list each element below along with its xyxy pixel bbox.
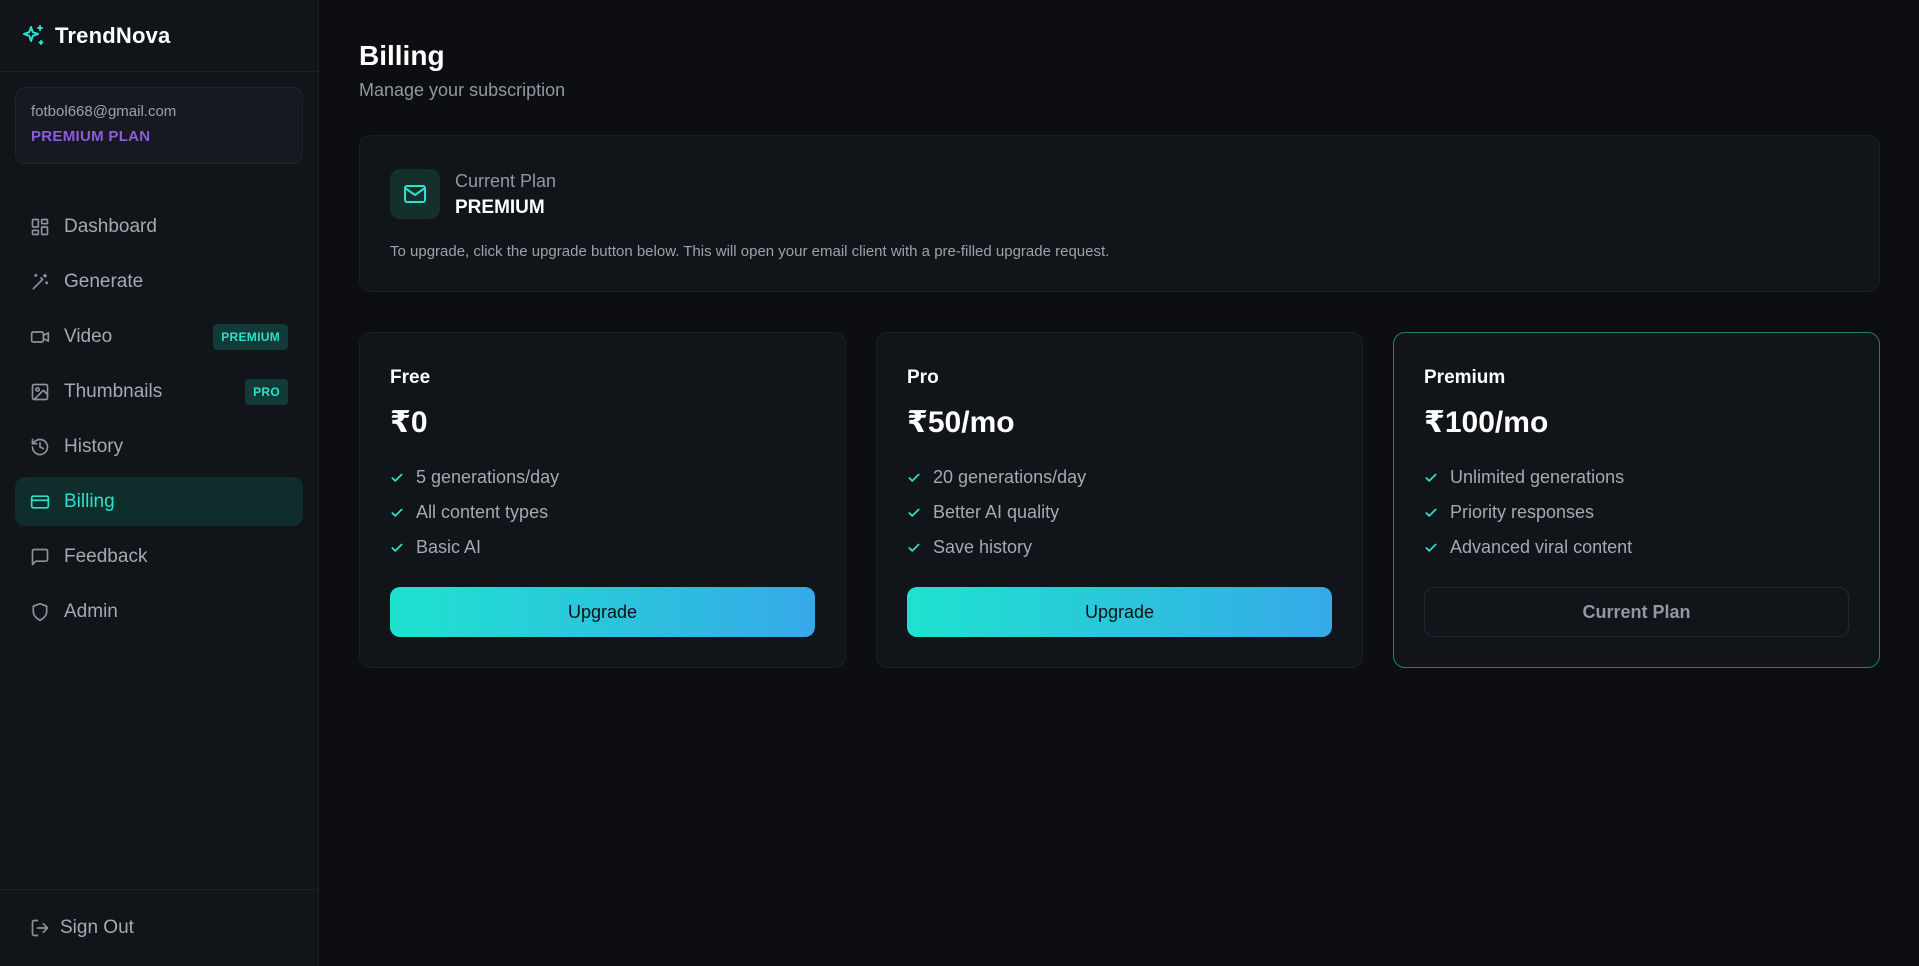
plan-card-premium: Premium ₹100/mo Unlimited generations Pr… [1393, 332, 1880, 668]
check-icon [390, 471, 404, 485]
account-card: fotbol668@gmail.com PREMIUM PLAN [15, 87, 303, 164]
feature-item: Unlimited generations [1424, 460, 1849, 495]
sidebar-item-label: Feedback [64, 545, 148, 567]
feature-text: 5 generations/day [416, 467, 560, 487]
credit-card-icon [30, 492, 50, 512]
feature-text: Unlimited generations [1450, 467, 1625, 487]
feature-item: 20 generations/day [907, 460, 1332, 495]
plan-name: Pro [907, 367, 939, 388]
account-plan-badge: PREMIUM PLAN [31, 128, 151, 145]
sidebar-item-label: Admin [64, 600, 118, 622]
feature-item: All content types [390, 495, 815, 530]
page-subtitle: Manage your subscription [359, 80, 566, 100]
shield-icon [30, 602, 50, 622]
sidebar-item-label: Thumbnails [64, 380, 163, 402]
upgrade-note: To upgrade, click the upgrade button bel… [390, 243, 1110, 260]
magic-wand-icon [30, 272, 50, 292]
check-icon [907, 506, 921, 520]
image-icon [30, 382, 50, 402]
sidebar-item-label: Generate [64, 270, 144, 292]
sparkles-icon [21, 24, 45, 48]
feature-text: 20 generations/day [933, 467, 1087, 487]
video-icon [30, 327, 50, 347]
main-content: Billing Manage your subscription Current… [319, 0, 1919, 966]
pro-badge: PRO [245, 378, 288, 405]
log-out-icon [30, 918, 50, 938]
current-plan-button[interactable]: Current Plan [1424, 587, 1849, 637]
brand-name: TrendNova [55, 22, 171, 48]
mail-icon [390, 169, 440, 219]
plan-card-pro: Pro ₹50/mo 20 generations/day Better AI … [876, 332, 1363, 668]
sidebar-item-feedback[interactable]: Feedback [15, 532, 303, 581]
current-plan-card: Current Plan PREMIUM To upgrade, click t… [359, 135, 1880, 292]
account-email: fotbol668@gmail.com [31, 103, 177, 120]
feature-text: Better AI quality [933, 502, 1060, 522]
feature-item: 5 generations/day [390, 460, 815, 495]
sidebar-item-video[interactable]: Video PREMIUM [15, 312, 303, 361]
sidebar-item-history[interactable]: History [15, 422, 303, 471]
sidebar-item-generate[interactable]: Generate [15, 257, 303, 306]
check-icon [390, 541, 404, 555]
feature-item: Priority responses [1424, 495, 1849, 530]
app-root: TrendNova fotbol668@gmail.com PREMIUM PL… [0, 0, 1919, 966]
sidebar-item-label: History [64, 435, 124, 457]
page-title: Billing [359, 40, 445, 71]
history-icon [30, 437, 50, 457]
current-plan-value: PREMIUM [455, 196, 545, 218]
check-icon [907, 541, 921, 555]
sign-out-label: Sign Out [60, 917, 134, 938]
sidebar: TrendNova fotbol668@gmail.com PREMIUM PL… [0, 0, 319, 966]
plan-price: ₹100/mo [1424, 406, 1549, 439]
feature-text: Advanced viral content [1450, 537, 1633, 557]
grid-icon [30, 217, 50, 237]
sidebar-item-dashboard[interactable]: Dashboard [15, 202, 303, 251]
check-icon [1424, 471, 1438, 485]
feature-item: Save history [907, 530, 1332, 565]
feature-list: Unlimited generations Priority responses… [1424, 460, 1849, 565]
sidebar-item-billing[interactable]: Billing [15, 477, 303, 526]
current-plan-label: Current Plan [455, 170, 557, 191]
sidebar-item-label: Video [64, 325, 113, 347]
feature-list: 5 generations/day All content types Basi… [390, 460, 815, 565]
check-icon [907, 471, 921, 485]
sidebar-item-label: Dashboard [64, 215, 157, 237]
feature-text: Priority responses [1450, 502, 1595, 522]
feature-item: Advanced viral content [1424, 530, 1849, 565]
plan-price: ₹0 [390, 406, 428, 439]
sidebar-item-admin[interactable]: Admin [15, 587, 303, 636]
sidebar-item-thumbnails[interactable]: Thumbnails PRO [15, 367, 303, 416]
feature-text: All content types [416, 502, 549, 522]
brand[interactable]: TrendNova [0, 0, 318, 72]
sidebar-nav: Dashboard Generate Video PREMIUM Thumbna… [0, 202, 318, 636]
plan-name: Premium [1424, 367, 1506, 388]
check-icon [1424, 506, 1438, 520]
plan-price: ₹50/mo [907, 406, 1015, 439]
feature-text: Save history [933, 537, 1033, 557]
sidebar-item-label: Billing [64, 490, 115, 512]
upgrade-free-button[interactable]: Upgrade [390, 587, 815, 637]
upgrade-pro-button[interactable]: Upgrade [907, 587, 1332, 637]
sign-out-button[interactable]: Sign Out [0, 889, 318, 966]
check-icon [390, 506, 404, 520]
check-icon [1424, 541, 1438, 555]
feature-list: 20 generations/day Better AI quality Sav… [907, 460, 1332, 565]
feature-item: Better AI quality [907, 495, 1332, 530]
plan-name: Free [390, 367, 431, 388]
plan-card-free: Free ₹0 5 generations/day All content ty… [359, 332, 846, 668]
premium-badge: PREMIUM [213, 323, 288, 350]
feature-item: Basic AI [390, 530, 815, 565]
plans-grid: Free ₹0 5 generations/day All content ty… [359, 332, 1880, 668]
feature-text: Basic AI [416, 537, 482, 557]
message-square-icon [30, 547, 50, 567]
